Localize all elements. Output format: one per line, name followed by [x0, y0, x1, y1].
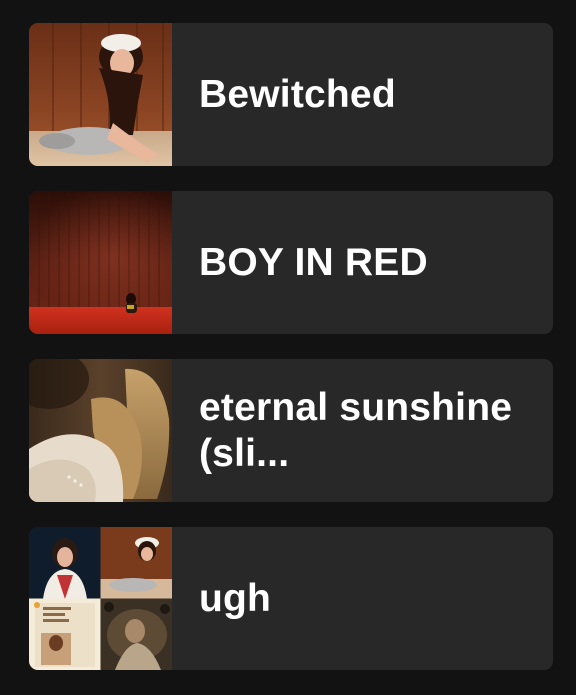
playlist-item-ugh[interactable]: ugh — [29, 527, 553, 670]
playlist-title: ugh — [199, 576, 272, 620]
album-cover-bewitched — [29, 23, 172, 166]
playlist-title: eternal sunshine (sli... — [199, 385, 513, 475]
playlist-item-eternal-sunshine[interactable]: eternal sunshine (sli... — [29, 359, 553, 502]
playlist-title: BOY IN RED — [199, 240, 428, 284]
playlist-item-bewitched[interactable]: Bewitched — [29, 23, 553, 166]
playlist-title: Bewitched — [199, 72, 396, 116]
album-cover-boy-in-red — [29, 191, 172, 334]
playlist-item-boy-in-red[interactable]: BOY IN RED — [29, 191, 553, 334]
album-cover-eternal-sunshine — [29, 359, 172, 502]
playlist-list: Bewitched BOY IN RED eternal sunshine (s… — [29, 23, 553, 670]
playlist-mosaic-cover — [29, 527, 172, 670]
